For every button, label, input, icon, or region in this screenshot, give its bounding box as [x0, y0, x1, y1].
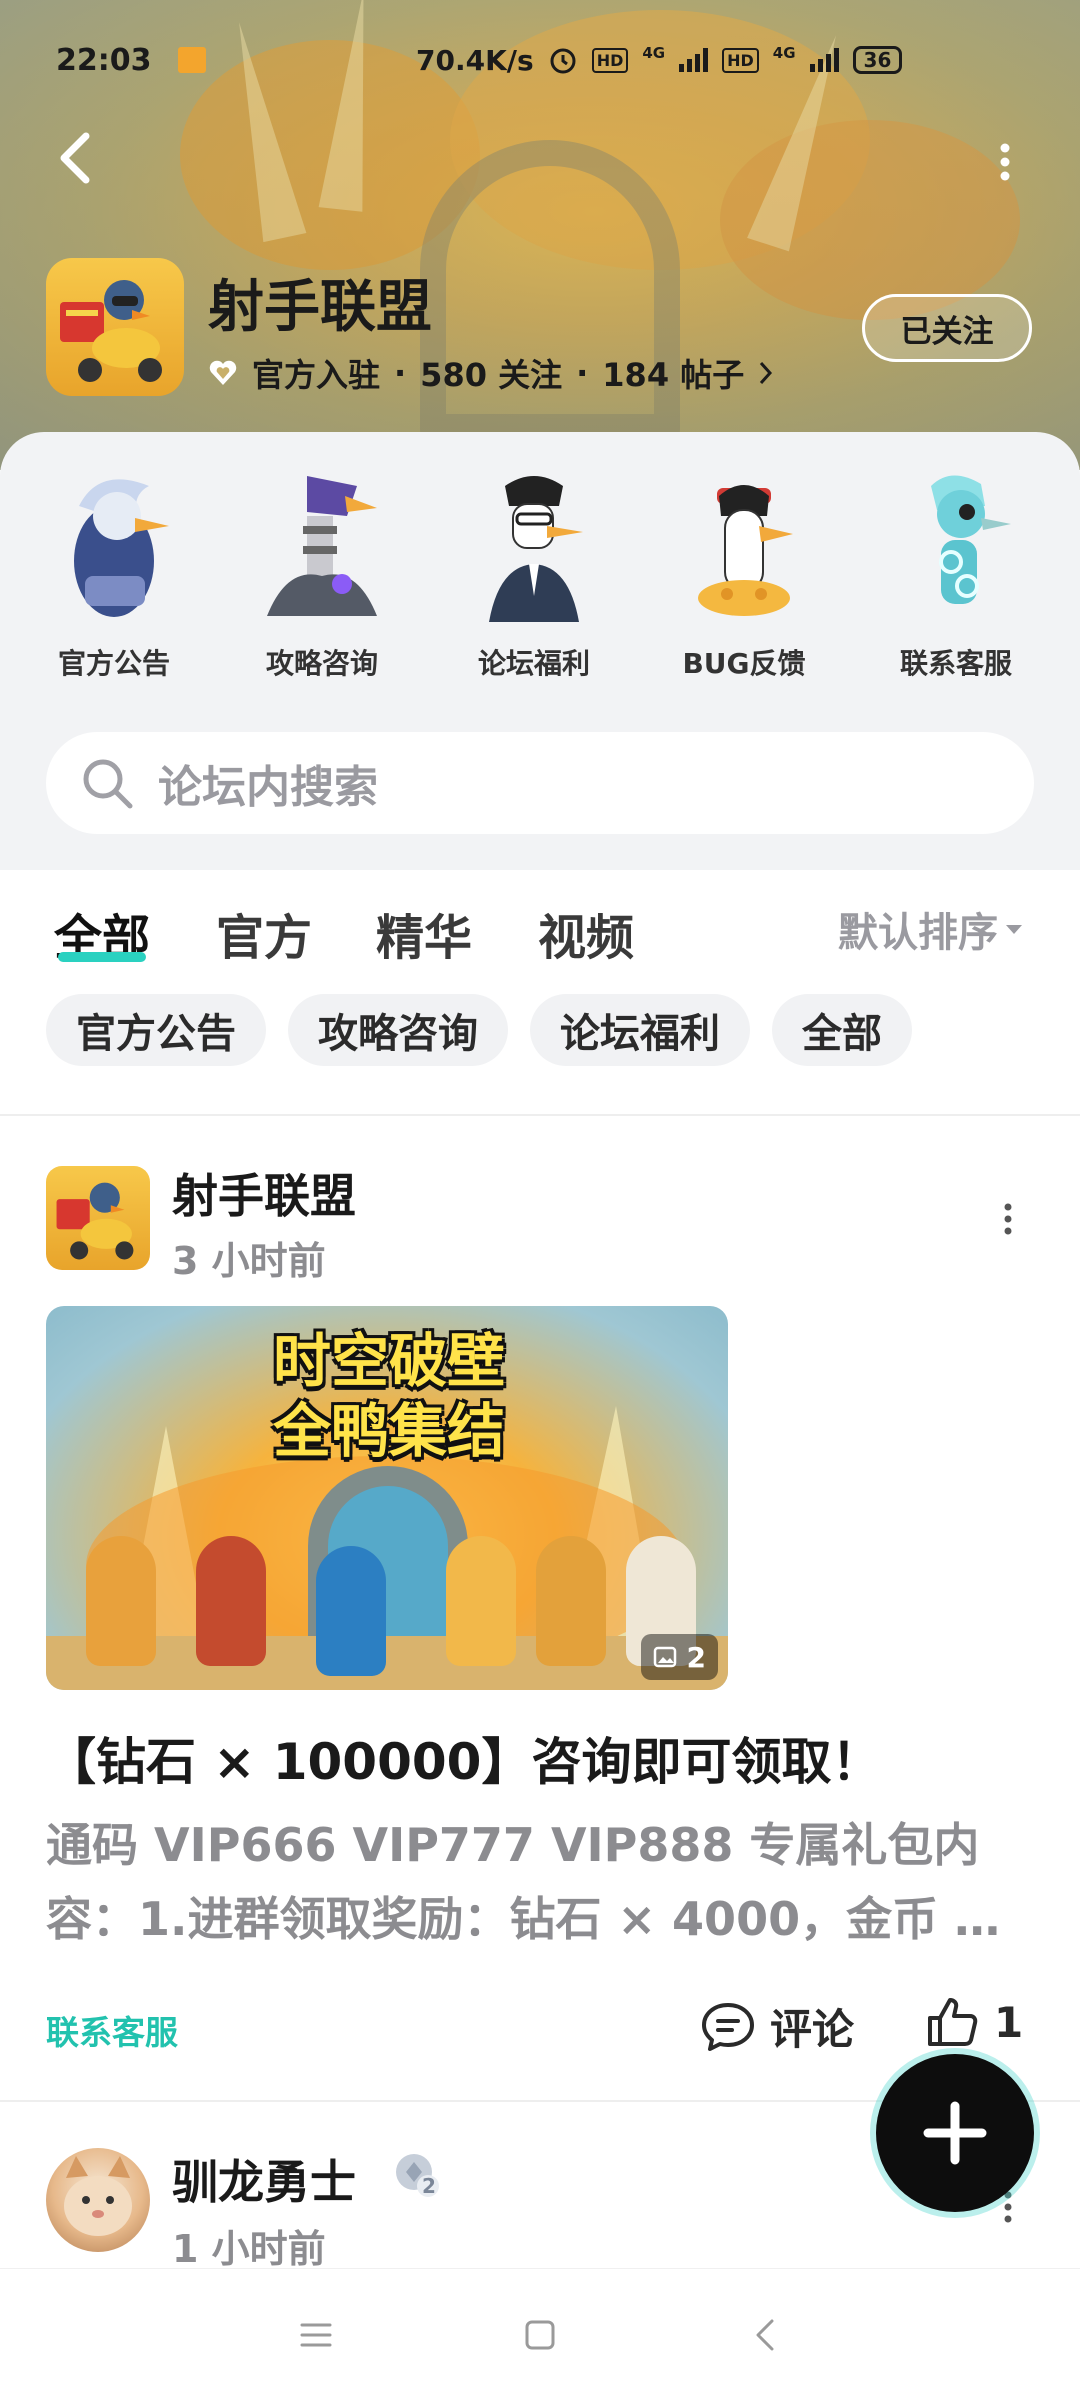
- filter-chip-announcement[interactable]: 官方公告: [46, 994, 266, 1066]
- post-more-button[interactable]: [998, 1202, 1018, 1236]
- comment-button[interactable]: 评论: [700, 1996, 854, 2057]
- back-triangle-icon: [756, 2319, 774, 2351]
- hd-icon: HD: [591, 47, 629, 73]
- post-excerpt[interactable]: 通码 VIP666 VIP777 VIP888 专属礼包内容：1.进群领取奖励：…: [46, 1808, 1036, 1956]
- filter-chip-all[interactable]: 全部: [772, 994, 912, 1066]
- category-label: 论坛福利: [477, 647, 590, 680]
- search-input[interactable]: 论坛内搜索: [46, 732, 1034, 834]
- sort-label: 默认排序: [838, 910, 998, 956]
- level-badge: 2: [392, 2150, 440, 2198]
- like-count: 1: [994, 1997, 1024, 2047]
- level-number: 2: [422, 2174, 436, 2198]
- category-label: 攻略咨询: [265, 647, 378, 680]
- active-tab-indicator: [58, 952, 146, 962]
- follower-count: 580 关注: [420, 356, 563, 394]
- welfare-avatar-icon: [489, 476, 583, 622]
- avatar[interactable]: [46, 2148, 150, 2252]
- alarm-icon: [550, 48, 576, 74]
- filter-chip-guide[interactable]: 攻略咨询: [288, 994, 508, 1066]
- category-label: 官方公告: [57, 647, 170, 680]
- status-time: 22:03: [56, 42, 152, 78]
- battery-icon: 36: [852, 46, 903, 74]
- more-vertical-icon: [1004, 1203, 1012, 1235]
- category-label: BUG反馈: [682, 647, 806, 680]
- gallery-icon: [653, 1646, 676, 1668]
- post-image[interactable]: 时空破壁全鸭集结 2: [46, 1306, 728, 1690]
- comment-label: 评论: [770, 2005, 855, 2054]
- chevron-right-icon: [760, 361, 773, 385]
- plus-icon: [923, 2101, 987, 2165]
- menu-icon: [300, 2323, 332, 2347]
- category-bug-report[interactable]: BUG反馈: [654, 466, 834, 682]
- bug-report-avatar-icon: [698, 485, 793, 616]
- category-welfare[interactable]: 论坛福利: [444, 466, 624, 682]
- meta-separator: ·: [394, 354, 407, 392]
- home-button[interactable]: [518, 2313, 562, 2357]
- new-post-button[interactable]: [876, 2054, 1034, 2212]
- divider: [0, 1114, 1080, 1116]
- guide-avatar-icon: [267, 476, 377, 616]
- forum-meta: 官方入驻 · 580 关注 · 184 帖子: [208, 350, 774, 396]
- hd-icon-2: HD: [722, 47, 759, 73]
- system-back-button[interactable]: [744, 2313, 788, 2357]
- customer-service-avatar-icon: [931, 475, 1011, 604]
- category-label: 联系客服: [899, 647, 1012, 680]
- post-title[interactable]: 【钻石 × 100000】咨询即可领取！: [46, 1722, 881, 1794]
- more-vertical-icon: [1000, 143, 1010, 181]
- post-image-title: 时空破壁全鸭集结: [272, 1327, 505, 1465]
- comment-icon: [702, 2002, 754, 2051]
- back-button[interactable]: [52, 128, 102, 188]
- filter-chip-welfare[interactable]: 论坛福利: [530, 994, 750, 1066]
- notification-icon: [178, 47, 206, 73]
- image-count: 2: [686, 1640, 706, 1674]
- author-name[interactable]: 驯龙勇士: [172, 2146, 356, 2212]
- author-name[interactable]: 射手联盟: [172, 1160, 356, 1226]
- category-guide[interactable]: 攻略咨询: [232, 466, 412, 682]
- search-icon: [83, 759, 133, 809]
- filter-chips: 官方公告 攻略咨询 论坛福利 全部: [46, 994, 912, 1066]
- search-placeholder: 论坛内搜索: [158, 762, 378, 813]
- announcement-avatar-icon: [74, 479, 169, 617]
- category-announcement[interactable]: 官方公告: [24, 466, 204, 682]
- avatar[interactable]: [46, 1166, 150, 1270]
- tab-video[interactable]: 视频: [538, 898, 634, 968]
- heart-shield-icon: [209, 360, 237, 385]
- more-options-button[interactable]: [990, 142, 1020, 182]
- post-time: 3 小时前: [172, 1239, 326, 1283]
- follow-button[interactable]: 已关注: [862, 294, 1032, 362]
- status-bar: 22:03 70.4K/s HD 4G HD 4G 36: [0, 0, 1080, 120]
- category-customer-service[interactable]: 联系客服: [866, 466, 1046, 682]
- meta-separator-2: ·: [576, 354, 589, 392]
- chevron-left-icon: [60, 132, 90, 184]
- tab-official[interactable]: 官方: [216, 898, 312, 968]
- post-count-link[interactable]: 184 帖子: [602, 350, 744, 396]
- signal-icon-2: [809, 48, 839, 72]
- network-speed: 70.4K/s: [416, 43, 534, 77]
- network-type-2: 4G: [772, 43, 796, 62]
- forum-title: 射手联盟: [208, 275, 432, 340]
- system-nav-bar: [0, 2268, 1080, 2400]
- tab-featured[interactable]: 精华: [376, 898, 472, 968]
- official-badge: 官方入驻: [252, 356, 381, 394]
- sort-dropdown[interactable]: 默认排序: [838, 900, 1022, 958]
- like-button[interactable]: 1: [924, 1996, 1023, 2048]
- dropdown-arrow-icon: [1006, 924, 1022, 934]
- forum-logo: [46, 258, 184, 396]
- image-count-badge: 2: [640, 1634, 718, 1680]
- signal-icon: [679, 48, 709, 72]
- thumbs-up-icon: [928, 1998, 978, 2046]
- recent-apps-button[interactable]: [294, 2313, 338, 2357]
- square-icon: [525, 2320, 555, 2350]
- post-topic-tag[interactable]: 联系客服: [46, 2006, 178, 2054]
- post-time: 1 小时前: [172, 2227, 326, 2271]
- network-type: 4G: [642, 43, 666, 62]
